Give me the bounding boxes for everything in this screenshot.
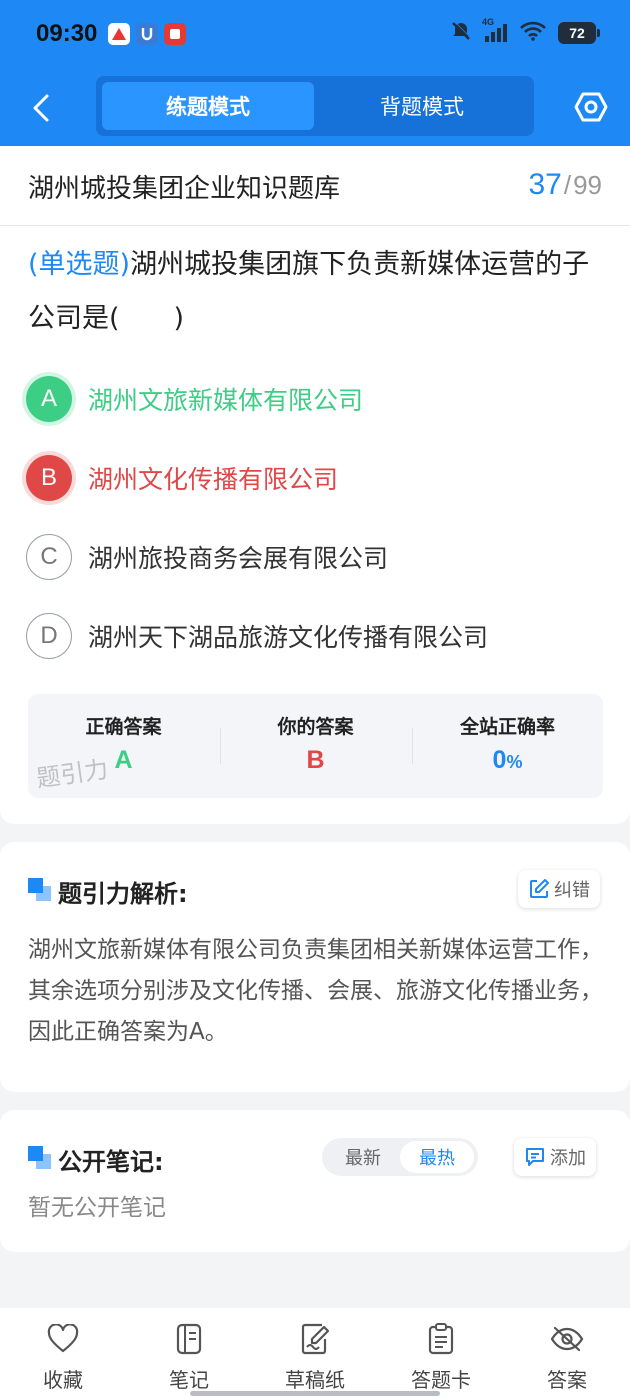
answer-summary: 正确答案 A 题引力 你的答案 B 全站正确率 0% (28, 694, 603, 798)
analysis-title: 题引力解析: (58, 880, 188, 908)
add-note-label: 添加 (550, 1148, 586, 1169)
accuracy-value: 0% (412, 746, 603, 775)
favorite-button[interactable]: 收藏 (8, 1322, 118, 1398)
bank-title: 湖州城投集团企业知识题库 (28, 174, 341, 204)
answer-sheet-label: 答题卡 (411, 1368, 471, 1392)
notes-card: 公开笔记: 最新 最热 添加 暂无公开笔记 (0, 1110, 630, 1252)
correct-answer-block: 正确答案 A 题引力 (28, 694, 219, 798)
question-stem: (单选题)湖州城投集团旗下负责新媒体运营的子公司是( ) (28, 238, 606, 346)
status-bar: 09:30 4G 72 (0, 0, 630, 68)
answer-sheet-button[interactable]: 答题卡 (386, 1322, 496, 1398)
top-header: 09:30 4G 72 练题模式 背题模式 (0, 0, 630, 146)
home-indicator[interactable] (190, 1391, 440, 1396)
hexagon-settings-icon (574, 92, 608, 122)
mode-switch: 练题模式 背题模式 (96, 76, 534, 136)
question-card: 湖州城投集团企业知识题库 37/99 (单选题)湖州城投集团旗下负责新媒体运营的… (0, 146, 630, 824)
heart-icon (46, 1322, 80, 1356)
progress-separator: / (563, 170, 572, 200)
app-badge-icon (136, 23, 158, 45)
report-error-button[interactable]: 纠错 (518, 870, 600, 908)
question-type: (单选题) (28, 249, 131, 280)
notes-button[interactable]: 笔记 (134, 1322, 244, 1398)
analysis-card: 题引力解析: 纠错 湖州文旅新媒体有限公司负责集团相关新媒体运营工作，其余选项分… (0, 842, 630, 1092)
accuracy-number: 0 (492, 746, 507, 774)
scratch-paper-button[interactable]: 草稿纸 (260, 1322, 370, 1398)
option-text: 湖州旅投商务会展有限公司 (88, 544, 389, 573)
analysis-text: 湖州文旅新媒体有限公司负责集团相关新媒体运营工作，其余选项分别涉及文化传播、会展… (28, 937, 603, 1045)
option-text: 湖州天下湖品旅游文化传播有限公司 (88, 623, 489, 652)
app-notification-icon (108, 23, 130, 45)
option-b[interactable]: B 湖州文化传播有限公司 (26, 453, 606, 503)
section-squares-icon (28, 878, 52, 902)
show-answer-label: 答案 (547, 1368, 587, 1392)
notes-label: 笔记 (169, 1368, 209, 1392)
option-letter: C (26, 534, 72, 580)
option-letter: B (26, 455, 72, 501)
option-text: 湖州文化传播有限公司 (88, 465, 339, 494)
back-button[interactable] (26, 88, 56, 128)
accuracy-block: 全站正确率 0% (412, 694, 603, 798)
question-progress[interactable]: 37/99 (528, 168, 602, 202)
empty-notes-text: 暂无公开笔记 (28, 1195, 166, 1221)
eye-off-icon (550, 1322, 584, 1356)
chevron-left-icon (33, 94, 49, 122)
draft-edit-icon (298, 1322, 332, 1356)
your-answer-value: B (306, 746, 325, 774)
accuracy-unit: % (506, 752, 523, 772)
status-indicators: 4G 72 (450, 17, 600, 46)
notes-sort-toggle: 最新 最热 (322, 1138, 478, 1176)
edit-icon (530, 879, 549, 898)
favorite-label: 收藏 (43, 1368, 83, 1392)
report-error-label: 纠错 (554, 880, 590, 901)
wifi-icon (520, 21, 546, 45)
show-answer-button[interactable]: 答案 (512, 1322, 622, 1398)
battery-indicator: 72 (558, 22, 600, 44)
accuracy-label: 全站正确率 (459, 716, 555, 738)
option-letter: D (26, 613, 72, 659)
correct-answer-label: 正确答案 (85, 716, 162, 738)
clipboard-list-icon (424, 1322, 458, 1356)
signal-icon: 4G (482, 17, 508, 43)
sort-hot[interactable]: 最热 (400, 1141, 474, 1173)
bottom-toolbar: 收藏 笔记 草稿纸 答题卡 答案 (0, 1308, 630, 1400)
notebook-icon (172, 1322, 206, 1356)
tab-practice-mode[interactable]: 练题模式 (102, 82, 314, 130)
status-time: 09:30 (36, 20, 98, 47)
section-squares-icon (28, 1146, 52, 1170)
option-c[interactable]: C 湖州旅投商务会展有限公司 (26, 532, 606, 582)
your-answer-label: 你的答案 (277, 716, 354, 738)
mute-icon (450, 20, 472, 46)
option-text: 湖州文旅新媒体有限公司 (88, 386, 364, 415)
option-a[interactable]: A 湖州文旅新媒体有限公司 (26, 374, 606, 424)
network-label: 4G (482, 17, 495, 27)
scratch-paper-label: 草稿纸 (285, 1368, 345, 1392)
comment-icon (526, 1148, 544, 1166)
progress-total: 99 (573, 170, 602, 200)
option-letter: A (26, 376, 72, 422)
progress-current: 37 (528, 168, 562, 201)
status-app-icons (108, 23, 186, 45)
app-red-icon (164, 23, 186, 45)
tab-memorize-mode[interactable]: 背题模式 (316, 82, 528, 130)
add-note-button[interactable]: 添加 (514, 1138, 596, 1176)
bank-header: 湖州城投集团企业知识题库 37/99 (0, 146, 630, 226)
sort-latest[interactable]: 最新 (326, 1141, 400, 1173)
your-answer-block: 你的答案 B (220, 694, 411, 798)
settings-button[interactable] (572, 88, 610, 126)
option-d[interactable]: D 湖州天下湖品旅游文化传播有限公司 (26, 611, 606, 661)
notes-title: 公开笔记: (58, 1148, 164, 1176)
